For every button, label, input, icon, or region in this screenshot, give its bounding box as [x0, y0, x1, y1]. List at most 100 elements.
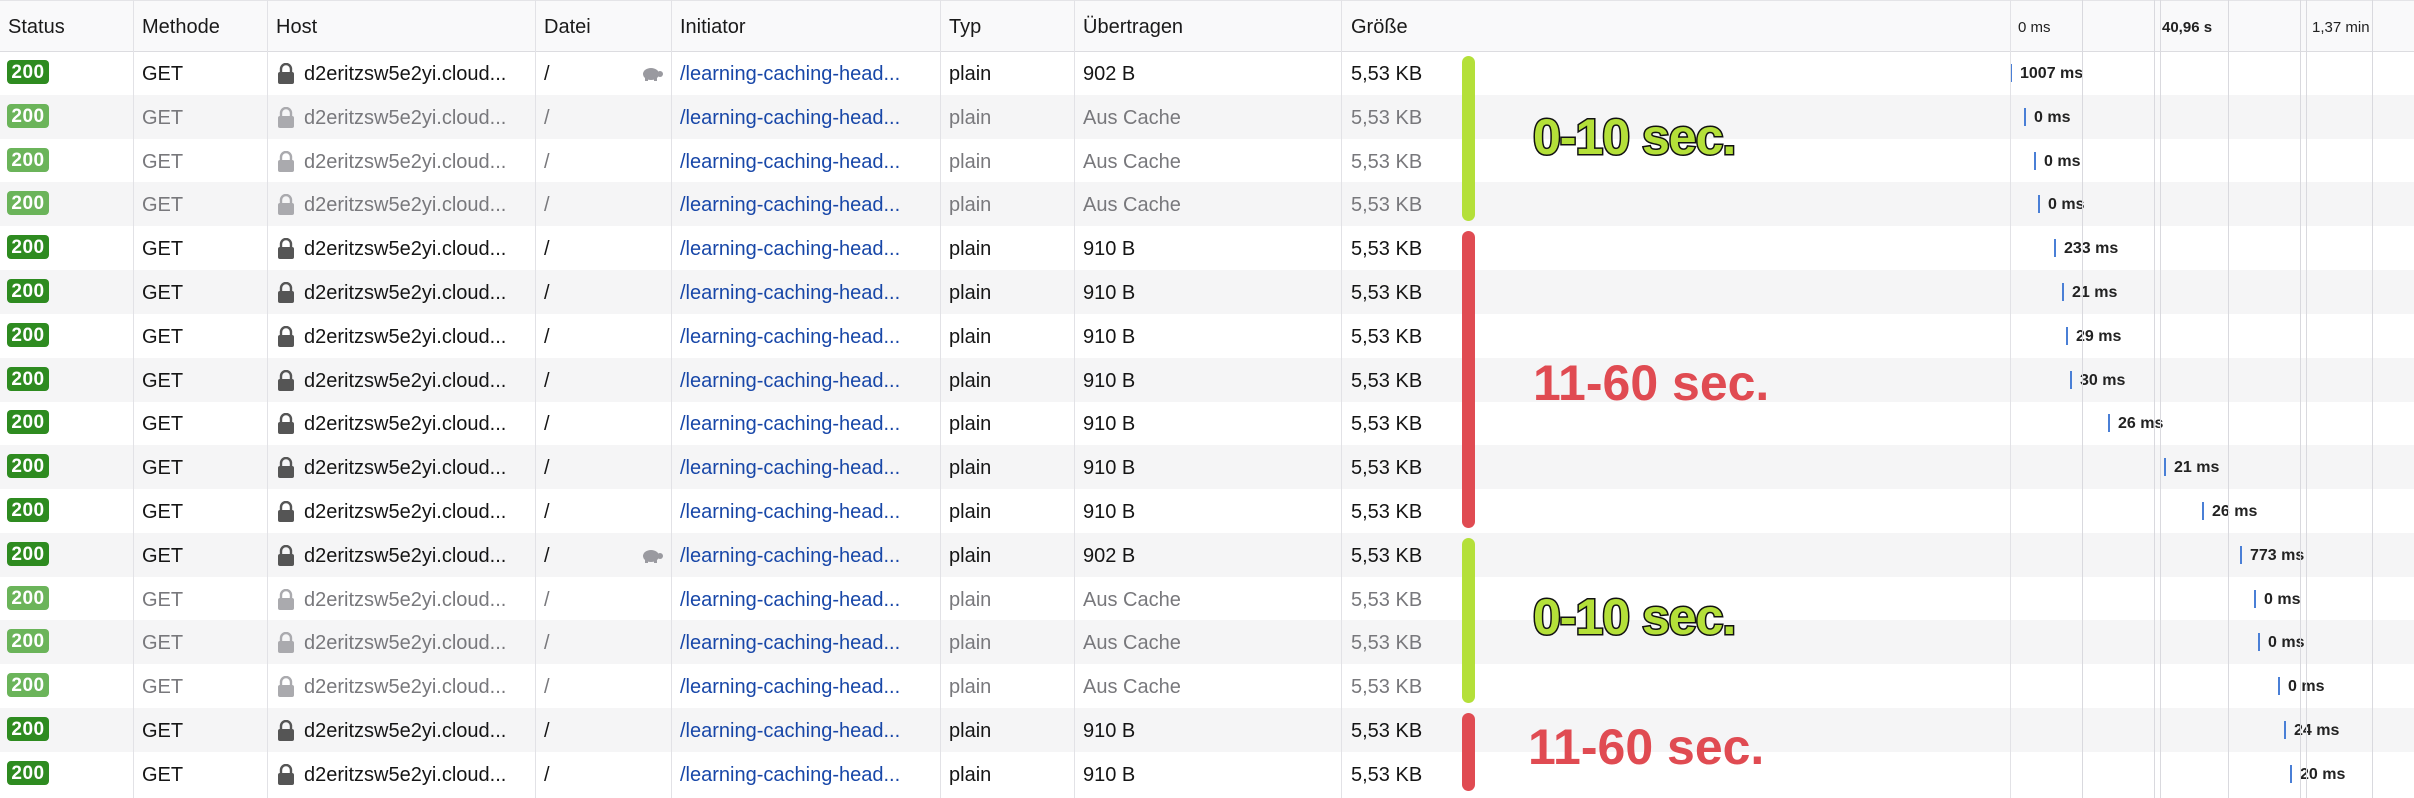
- host-cell: d2eritzsw5e2yi.cloud...: [304, 501, 507, 523]
- column-header-row: Status Methode Host Datei Initiator Typ …: [0, 0, 2414, 52]
- transferred-cell: Aus Cache: [1083, 676, 1181, 699]
- col-file[interactable]: Datei: [536, 1, 670, 52]
- table-row[interactable]: 200 GET d2eritzsw5e2yi.cloud... / /learning-…: [0, 664, 2414, 708]
- annotation-bar: [1462, 231, 1475, 528]
- initiator-link[interactable]: /learning-caching-head...: [672, 226, 930, 270]
- transferred-cell: 910 B: [1083, 501, 1136, 523]
- col-method[interactable]: Methode: [134, 1, 268, 52]
- size-cell: 5,53 KB: [1351, 632, 1423, 655]
- size-cell: 5,53 KB: [1351, 369, 1423, 392]
- transferred-cell: 910 B: [1083, 369, 1136, 392]
- table-row[interactable]: 200 GET d2eritzsw5e2yi.cloud... / /learning-…: [0, 752, 2414, 796]
- annotation-bar: [1462, 56, 1475, 222]
- timing-label: 1007 ms: [2020, 65, 2084, 82]
- status-badge: 200: [7, 103, 49, 128]
- table-row[interactable]: 200 GET d2eritzsw5e2yi.cloud... / /learning-…: [0, 357, 2414, 402]
- file-cell: /: [544, 369, 550, 392]
- initiator-link[interactable]: /learning-caching-head...: [672, 270, 930, 314]
- type-cell: plain: [949, 369, 992, 392]
- lock-icon: [278, 544, 294, 566]
- status-badge: 200: [7, 498, 49, 522]
- initiator-link[interactable]: /learning-caching-head...: [672, 401, 930, 445]
- initiator-link[interactable]: /learning-caching-head...: [672, 577, 930, 621]
- table-row[interactable]: 200 GET d2eritzsw5e2yi.cloud... / /learning-…: [0, 445, 2414, 490]
- table-row[interactable]: 200 GET d2eritzsw5e2yi.cloud... / /learning-…: [0, 489, 2414, 533]
- timing-label: 0 ms: [2268, 634, 2305, 652]
- file-cell: /: [544, 676, 550, 699]
- type-cell: plain: [949, 106, 992, 129]
- status-badge: 200: [7, 279, 49, 303]
- size-cell: 5,53 KB: [1351, 150, 1423, 173]
- size-cell: 5,53 KB: [1351, 588, 1423, 611]
- size-cell: 5,53 KB: [1351, 763, 1423, 786]
- status-badge: 200: [7, 585, 49, 610]
- table-row[interactable]: 200 GET d2eritzsw5e2yi.cloud... / /learning-…: [0, 226, 2414, 270]
- initiator-link[interactable]: /learning-caching-head...: [672, 664, 930, 708]
- initiator-link[interactable]: /learning-caching-head...: [672, 752, 930, 796]
- timeline-tick: 1,37 min: [2312, 19, 2370, 36]
- file-cell: /: [544, 544, 550, 567]
- initiator-link[interactable]: /learning-caching-head...: [672, 620, 930, 664]
- initiator-link[interactable]: /learning-caching-head...: [672, 708, 930, 752]
- size-cell: 5,53 KB: [1351, 63, 1423, 85]
- host-cell: d2eritzsw5e2yi.cloud...: [304, 106, 507, 129]
- initiator-link[interactable]: /learning-caching-head...: [672, 358, 930, 402]
- col-size[interactable]: Größe: [1343, 1, 1543, 52]
- col-status[interactable]: Status: [0, 1, 134, 52]
- table-row[interactable]: 200 GET d2eritzsw5e2yi.cloud... / /learning-…: [0, 532, 2414, 577]
- timing-label: 233 ms: [2064, 240, 2119, 258]
- initiator-link[interactable]: /learning-caching-head...: [672, 51, 930, 95]
- initiator-link[interactable]: /learning-caching-head...: [672, 139, 930, 183]
- host-cell: d2eritzsw5e2yi.cloud...: [304, 544, 507, 567]
- table-row[interactable]: 200 GET d2eritzsw5e2yi.cloud... / /learning-…: [0, 182, 2414, 227]
- table-row[interactable]: 200 GET d2eritzsw5e2yi.cloud... / /learning-…: [0, 708, 2414, 752]
- initiator-link[interactable]: /learning-caching-head...: [672, 95, 930, 139]
- table-row[interactable]: 200 GET d2eritzsw5e2yi.cloud... / /learning-…: [0, 270, 2414, 314]
- table-row[interactable]: 200 GET d2eritzsw5e2yi.cloud... / /learning-…: [0, 139, 2414, 183]
- initiator-link[interactable]: /learning-caching-head...: [672, 182, 930, 226]
- file-cell: /: [544, 194, 550, 217]
- transferred-cell: 910 B: [1083, 720, 1136, 742]
- initiator-link[interactable]: /learning-caching-head...: [672, 489, 930, 533]
- table-row[interactable]: 200 GET d2eritzsw5e2yi.cloud... / /learning-…: [0, 620, 2414, 665]
- method-cell: GET: [142, 632, 184, 655]
- initiator-link[interactable]: /learning-caching-head...: [672, 533, 930, 577]
- table-row[interactable]: 200 GET d2eritzsw5e2yi.cloud... / /learning-…: [0, 51, 2414, 95]
- type-cell: plain: [949, 501, 992, 523]
- lock-icon: [278, 194, 294, 216]
- type-cell: plain: [949, 457, 992, 480]
- table-row[interactable]: 200 GET d2eritzsw5e2yi.cloud... / /learning-…: [0, 94, 2414, 139]
- waterfall-bar: [2034, 151, 2036, 170]
- waterfall-bar: [2284, 721, 2286, 739]
- table-row[interactable]: 200 GET d2eritzsw5e2yi.cloud... / /learning-…: [0, 401, 2414, 445]
- initiator-link[interactable]: /learning-caching-head...: [672, 445, 930, 489]
- waterfall-bar: [2062, 283, 2064, 301]
- file-cell: /: [544, 238, 550, 261]
- type-cell: plain: [949, 544, 992, 567]
- type-cell: plain: [949, 238, 992, 261]
- col-transferred[interactable]: Übertragen: [1075, 1, 1341, 52]
- timing-label: 30 ms: [2080, 371, 2126, 389]
- host-cell: d2eritzsw5e2yi.cloud...: [304, 150, 507, 173]
- transferred-cell: 910 B: [1083, 325, 1136, 348]
- type-cell: plain: [949, 413, 992, 436]
- lock-icon: [278, 150, 294, 172]
- table-row[interactable]: 200 GET d2eritzsw5e2yi.cloud... / /learning-…: [0, 314, 2414, 358]
- transferred-cell: Aus Cache: [1083, 194, 1181, 217]
- status-badge: 200: [7, 366, 49, 391]
- status-badge: 200: [7, 629, 49, 654]
- host-cell: d2eritzsw5e2yi.cloud...: [304, 194, 507, 217]
- waterfall-bar: [2024, 107, 2026, 126]
- col-type[interactable]: Typ: [941, 1, 1075, 52]
- timing-label: 0 ms: [2048, 196, 2085, 214]
- col-initiator[interactable]: Initiator: [672, 1, 940, 52]
- waterfall-bar: [2066, 326, 2068, 345]
- initiator-link[interactable]: /learning-caching-head...: [672, 314, 930, 358]
- status-badge: 200: [7, 191, 49, 216]
- col-host[interactable]: Host: [268, 1, 534, 52]
- host-cell: d2eritzsw5e2yi.cloud...: [304, 676, 507, 699]
- status-badge: 200: [7, 322, 49, 347]
- table-row[interactable]: 200 GET d2eritzsw5e2yi.cloud... / /learning-…: [0, 577, 2414, 621]
- file-cell: /: [544, 325, 550, 348]
- waterfall-bar: [2278, 677, 2280, 696]
